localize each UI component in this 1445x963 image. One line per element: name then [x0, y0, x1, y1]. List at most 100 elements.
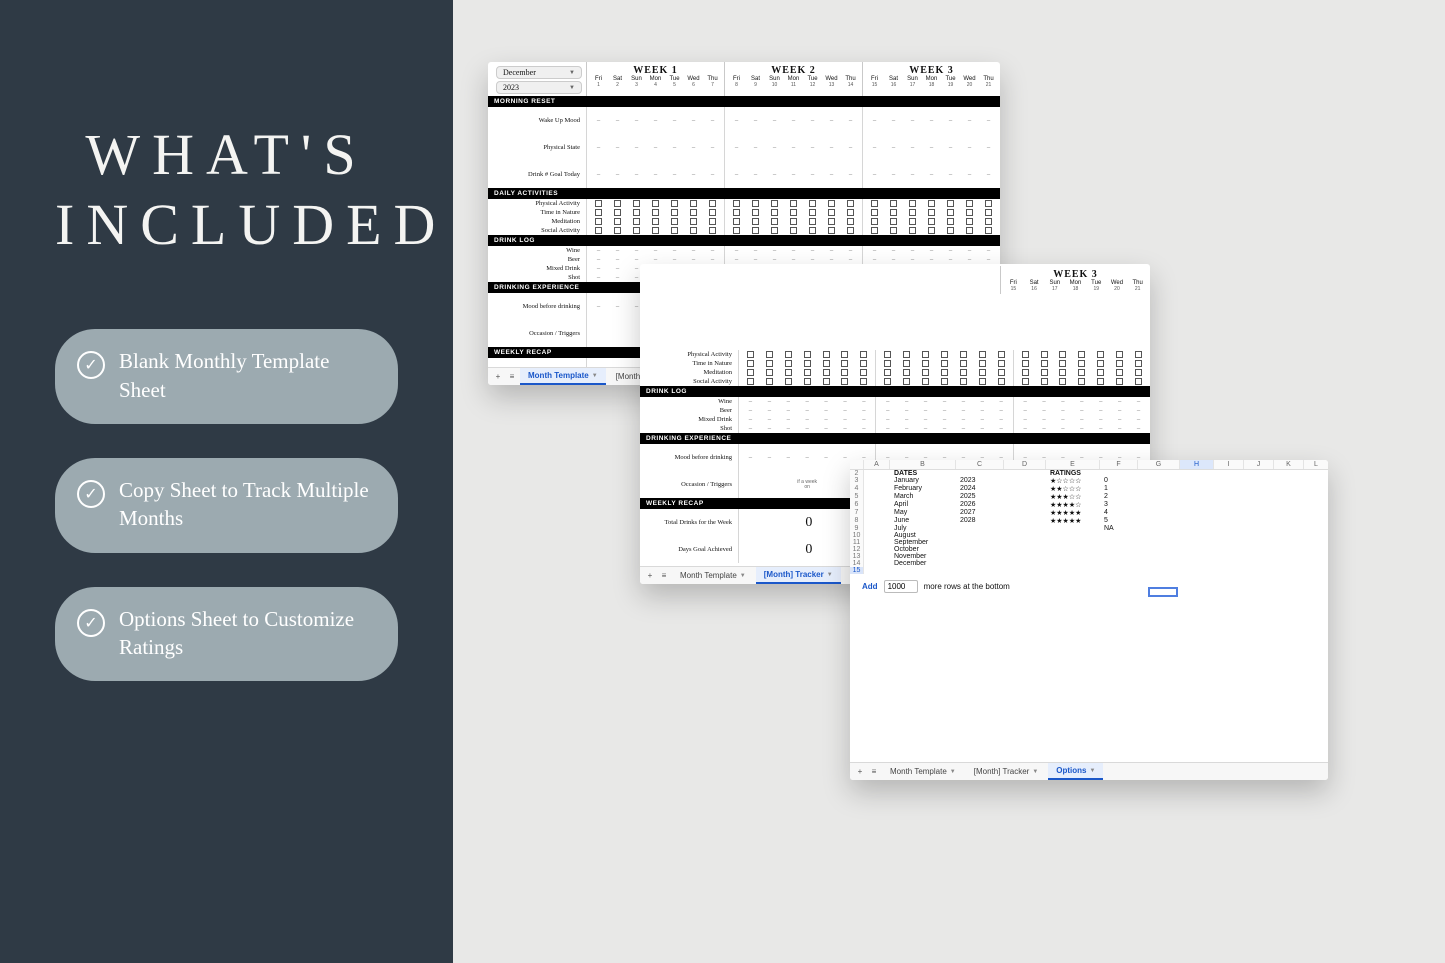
month-cell[interactable]: November	[890, 553, 956, 560]
empty-cell[interactable]: –	[878, 399, 897, 405]
empty-cell[interactable]: –	[684, 118, 703, 124]
checkbox-cell[interactable]	[966, 218, 973, 225]
empty-cell[interactable]: –	[884, 257, 903, 263]
checkbox-cell[interactable]	[979, 351, 986, 358]
rating-stars-cell[interactable]: ★★★★★	[1046, 509, 1100, 517]
empty-cell[interactable]: –	[798, 408, 817, 414]
empty-cell[interactable]: –	[589, 257, 608, 263]
empty-cell[interactable]: –	[935, 417, 954, 423]
checkbox-cell[interactable]	[1022, 369, 1029, 376]
empty-cell[interactable]: –	[784, 145, 803, 151]
checkbox-cell[interactable]	[823, 360, 830, 367]
rating-stars-cell[interactable]	[1046, 560, 1100, 567]
checkbox-cell[interactable]	[860, 360, 867, 367]
empty-cell[interactable]: –	[741, 417, 760, 423]
rating-value-cell[interactable]	[1100, 546, 1138, 553]
checkbox-cell[interactable]	[860, 351, 867, 358]
checkbox-cell[interactable]	[823, 378, 830, 385]
empty-cell[interactable]: –	[822, 257, 841, 263]
rating-value-cell[interactable]	[1100, 553, 1138, 560]
month-cell[interactable]: August	[890, 532, 956, 539]
empty-cell[interactable]: –	[836, 399, 855, 405]
checkbox-cell[interactable]	[790, 218, 797, 225]
month-cell[interactable]: May	[890, 509, 956, 517]
checkbox-cell[interactable]	[809, 218, 816, 225]
checkbox-cell[interactable]	[766, 360, 773, 367]
empty-cell[interactable]: –	[608, 145, 627, 151]
empty-cell[interactable]: –	[703, 172, 722, 178]
empty-cell[interactable]: –	[746, 248, 765, 254]
year-cell[interactable]	[956, 532, 1004, 539]
checkbox-cell[interactable]	[804, 378, 811, 385]
empty-cell[interactable]: –	[1129, 417, 1148, 423]
all-sheets-icon[interactable]: ≡	[868, 767, 880, 776]
year-cell[interactable]	[956, 553, 1004, 560]
empty-cell[interactable]: –	[765, 145, 784, 151]
checkbox-cell[interactable]	[922, 360, 929, 367]
empty-cell[interactable]: –	[665, 248, 684, 254]
year-cell[interactable]	[956, 546, 1004, 553]
row-number[interactable]: 11	[850, 539, 864, 546]
checkbox-cell[interactable]	[928, 227, 935, 234]
empty-cell[interactable]: –	[865, 118, 884, 124]
empty-cell[interactable]: –	[960, 172, 979, 178]
empty-cell[interactable]: –	[865, 257, 884, 263]
checkbox-cell[interactable]	[1078, 369, 1085, 376]
checkbox-cell[interactable]	[652, 218, 659, 225]
empty-cell[interactable]: –	[841, 172, 860, 178]
empty-cell[interactable]: –	[922, 118, 941, 124]
checkbox-cell[interactable]	[1059, 369, 1066, 376]
checkbox-cell[interactable]	[652, 200, 659, 207]
month-cell[interactable]: September	[890, 539, 956, 546]
row-number[interactable]: 14	[850, 560, 864, 567]
checkbox-cell[interactable]	[1041, 378, 1048, 385]
year-cell[interactable]	[956, 560, 1004, 567]
checkbox-cell[interactable]	[633, 209, 640, 216]
rating-stars-cell[interactable]	[1046, 532, 1100, 539]
all-sheets-icon[interactable]: ≡	[658, 571, 670, 580]
checkbox-cell[interactable]	[909, 218, 916, 225]
empty-cell[interactable]: –	[973, 417, 992, 423]
empty-cell[interactable]: –	[1091, 417, 1110, 423]
checkbox-cell[interactable]	[1059, 378, 1066, 385]
checkbox-cell[interactable]	[928, 209, 935, 216]
row-number[interactable]: 8	[850, 517, 864, 525]
checkbox-cell[interactable]	[785, 369, 792, 376]
rating-stars-cell[interactable]	[1046, 525, 1100, 532]
month-cell[interactable]: December	[890, 560, 956, 567]
empty-cell[interactable]: –	[854, 417, 873, 423]
checkbox-cell[interactable]	[1078, 360, 1085, 367]
empty-cell[interactable]: –	[979, 257, 998, 263]
empty-cell[interactable]: –	[760, 455, 779, 461]
rating-stars-cell[interactable]: ★★☆☆☆	[1046, 485, 1100, 493]
empty-cell[interactable]: –	[973, 408, 992, 414]
empty-cell[interactable]: –	[684, 248, 703, 254]
empty-cell[interactable]: –	[746, 145, 765, 151]
empty-cell[interactable]: –	[903, 248, 922, 254]
checkbox-cell[interactable]	[733, 200, 740, 207]
row-number[interactable]: 5	[850, 493, 864, 501]
year-cell[interactable]: 2026	[956, 501, 1004, 509]
empty-cell[interactable]: –	[803, 118, 822, 124]
empty-cell[interactable]: –	[784, 118, 803, 124]
empty-cell[interactable]: –	[979, 118, 998, 124]
empty-cell[interactable]: –	[979, 248, 998, 254]
checkbox-cell[interactable]	[752, 200, 759, 207]
empty-cell[interactable]: –	[665, 118, 684, 124]
empty-cell[interactable]: –	[935, 426, 954, 432]
empty-cell[interactable]: –	[765, 118, 784, 124]
empty-cell[interactable]: –	[589, 266, 608, 272]
empty-cell[interactable]: –	[935, 408, 954, 414]
checkbox-cell[interactable]	[941, 360, 948, 367]
row-number[interactable]: 2	[850, 470, 864, 477]
checkbox-cell[interactable]	[960, 351, 967, 358]
empty-cell[interactable]: –	[992, 426, 1011, 432]
empty-cell[interactable]: –	[916, 426, 935, 432]
checkbox-cell[interactable]	[1116, 351, 1123, 358]
empty-cell[interactable]: –	[992, 399, 1011, 405]
empty-cell[interactable]: –	[608, 257, 627, 263]
checkbox-cell[interactable]	[903, 351, 910, 358]
empty-cell[interactable]: –	[954, 399, 973, 405]
empty-cell[interactable]: –	[973, 399, 992, 405]
empty-cell[interactable]: –	[884, 145, 903, 151]
